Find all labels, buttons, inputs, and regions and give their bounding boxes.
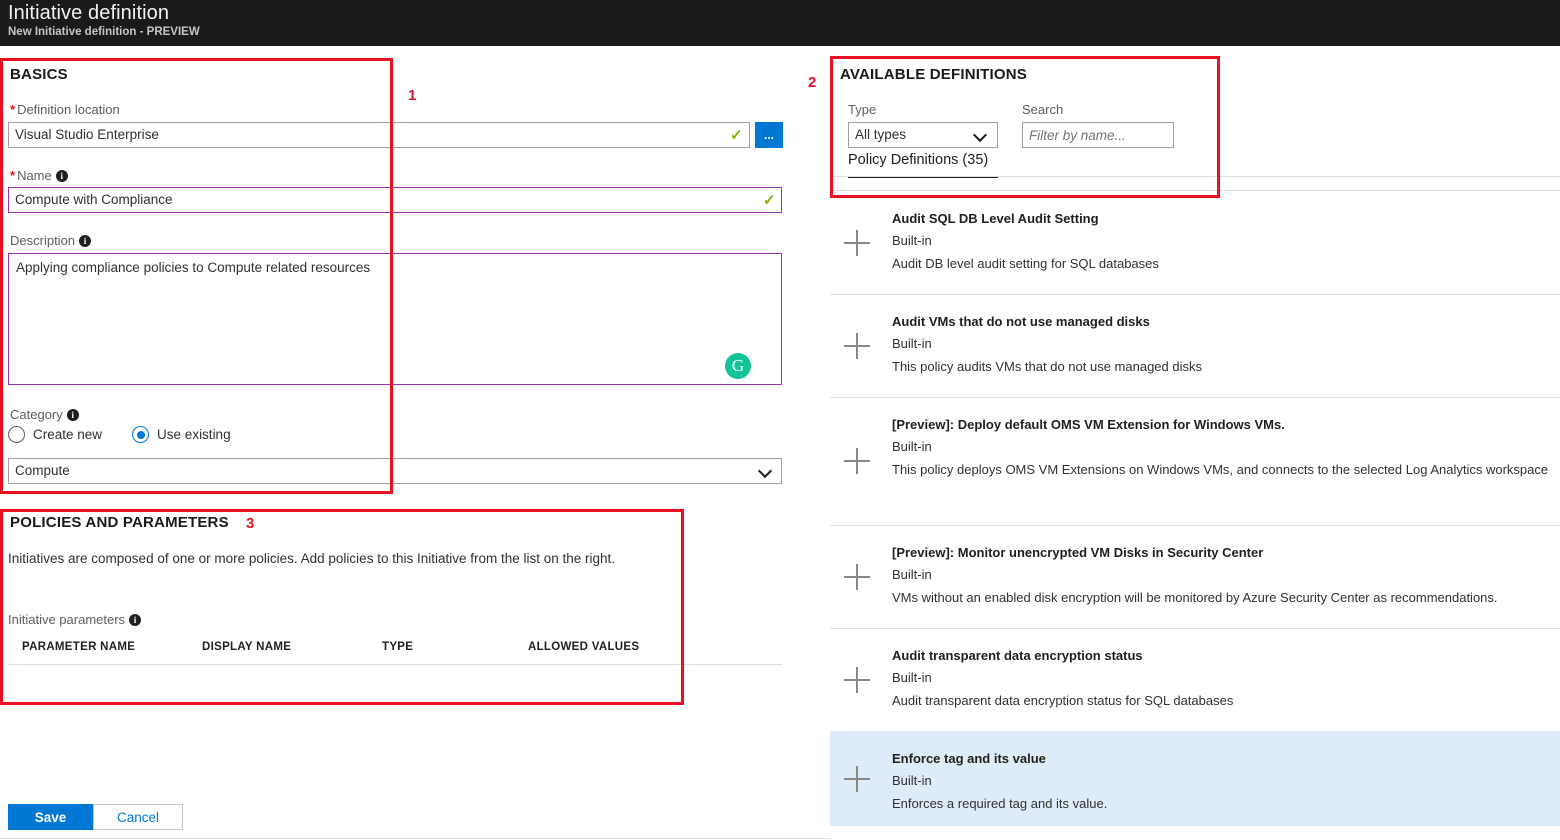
search-input[interactable]: [1022, 122, 1174, 148]
name-valid-icon: ✓: [763, 192, 776, 209]
description-value: Applying compliance policies to Compute …: [16, 260, 371, 275]
type-filter-label: Type: [848, 102, 877, 117]
add-policy-plus-icon[interactable]: [844, 333, 870, 359]
page-subtitle: New Initiative definition - PREVIEW: [8, 26, 200, 38]
policy-definition-title: Audit SQL DB Level Audit Setting: [892, 211, 1099, 226]
column-header-display-name: DISPLAY NAME: [202, 641, 292, 653]
save-button[interactable]: Save: [8, 804, 93, 830]
add-policy-plus-icon[interactable]: [844, 230, 870, 256]
annotation-number-2: 2: [808, 74, 817, 91]
column-header-allowed-values: ALLOWED VALUES: [528, 641, 640, 653]
cancel-button[interactable]: Cancel: [93, 804, 183, 830]
category-value: Compute: [15, 463, 70, 478]
policy-definition-row[interactable]: Audit transparent data encryption status…: [830, 628, 1560, 731]
name-value: Compute with Compliance: [15, 192, 173, 207]
policies-parameters-intro: Initiatives are composed of one or more …: [8, 551, 616, 566]
policy-definition-origin: Built-in: [892, 567, 932, 582]
policy-definition-description: Audit DB level audit setting for SQL dat…: [892, 256, 1159, 271]
initiative-form-pane: BASICS * Definition location Visual Studi…: [0, 46, 830, 839]
definition-location-label: * Definition location: [10, 102, 120, 117]
category-radio-group: Create new Use existing: [8, 426, 231, 443]
tabs-divider: [830, 176, 1560, 177]
definition-location-valid-icon: ✓: [730, 127, 743, 144]
policy-definition-origin: Built-in: [892, 233, 932, 248]
definition-location-browse-button[interactable]: ...: [755, 122, 783, 148]
type-filter-value: All types: [855, 127, 907, 142]
policy-definition-title: Audit VMs that do not use managed disks: [892, 314, 1150, 329]
add-policy-plus-icon[interactable]: [844, 564, 870, 590]
initiative-parameters-label: Initiative parameters i: [8, 612, 142, 627]
policy-definition-row[interactable]: [Preview]: Deploy default OMS VM Extensi…: [830, 397, 1560, 525]
parameters-table-divider: [8, 664, 782, 665]
annotation-number-1: 1: [408, 87, 417, 104]
policy-definition-origin: Built-in: [892, 773, 932, 788]
radio-use-existing[interactable]: [132, 426, 150, 443]
definition-location-value: Visual Studio Enterprise: [15, 127, 159, 142]
policy-definition-row[interactable]: [Preview]: Monitor unencrypted VM Disks …: [830, 525, 1560, 628]
radio-use-existing-label[interactable]: Use existing: [157, 427, 231, 442]
basics-section-title: BASICS: [10, 66, 68, 83]
policy-definition-title: [Preview]: Deploy default OMS VM Extensi…: [892, 417, 1285, 432]
info-icon[interactable]: i: [66, 409, 79, 421]
annotation-number-3: 3: [246, 515, 255, 532]
policy-definition-title: [Preview]: Monitor unencrypted VM Disks …: [892, 545, 1264, 560]
policy-definition-origin: Built-in: [892, 336, 932, 351]
category-select[interactable]: Compute: [8, 458, 782, 484]
info-icon[interactable]: i: [129, 614, 142, 626]
policy-definition-origin: Built-in: [892, 670, 932, 685]
policy-definition-description: Enforces a required tag and its value.: [892, 796, 1108, 811]
grammarly-icon[interactable]: G: [725, 353, 751, 379]
column-header-parameter-name: PARAMETER NAME: [22, 641, 136, 653]
description-label: Description i: [10, 233, 92, 248]
policy-definition-row[interactable]: Enforce tag and its value Built-in Enforce…: [830, 731, 1560, 826]
footer-divider: [0, 838, 830, 839]
policy-definition-description: Audit transparent data encryption status…: [892, 693, 1234, 708]
radio-create-new[interactable]: [8, 426, 25, 443]
name-label: * Name i: [10, 168, 68, 183]
column-header-type: TYPE: [382, 641, 414, 653]
policy-definition-row[interactable]: Audit SQL DB Level Audit Setting Built-in…: [830, 191, 1560, 294]
policy-definition-description: This policy audits VMs that do not use m…: [892, 359, 1202, 374]
page-header: Initiative definition New Initiative def…: [0, 0, 1560, 46]
policy-definition-title: Enforce tag and its value: [892, 751, 1046, 766]
policy-definition-row[interactable]: Audit VMs that do not use managed disks B…: [830, 294, 1560, 397]
add-policy-plus-icon[interactable]: [844, 766, 870, 792]
policy-definition-title: Audit transparent data encryption status: [892, 648, 1143, 663]
policy-definition-origin: Built-in: [892, 439, 932, 454]
category-label: Category i: [10, 407, 79, 422]
required-marker: *: [10, 168, 16, 183]
policy-definition-description: This policy deploys OMS VM Extensions on…: [892, 462, 1549, 477]
policies-parameters-section-title: POLICIES AND PARAMETERS: [10, 514, 229, 531]
radio-create-new-label[interactable]: Create new: [33, 427, 102, 442]
description-textarea[interactable]: Applying compliance policies to Compute …: [8, 253, 782, 385]
available-definitions-title: AVAILABLE DEFINITIONS: [840, 66, 1027, 83]
tab-policy-definitions[interactable]: Policy Definitions (35): [848, 152, 988, 168]
available-definitions-pane: AVAILABLE DEFINITIONS Type All types Sea…: [830, 46, 1560, 826]
info-icon[interactable]: i: [55, 170, 68, 182]
policy-definition-description: VMs without an enabled disk encryption w…: [892, 590, 1498, 605]
search-label: Search: [1022, 102, 1064, 117]
info-icon[interactable]: i: [79, 235, 92, 247]
add-policy-plus-icon[interactable]: [844, 667, 870, 693]
required-marker: *: [10, 102, 16, 117]
page-title: Initiative definition: [8, 2, 170, 24]
definition-location-input[interactable]: Visual Studio Enterprise: [8, 122, 750, 148]
add-policy-plus-icon[interactable]: [844, 448, 870, 474]
name-input[interactable]: Compute with Compliance: [8, 187, 782, 213]
